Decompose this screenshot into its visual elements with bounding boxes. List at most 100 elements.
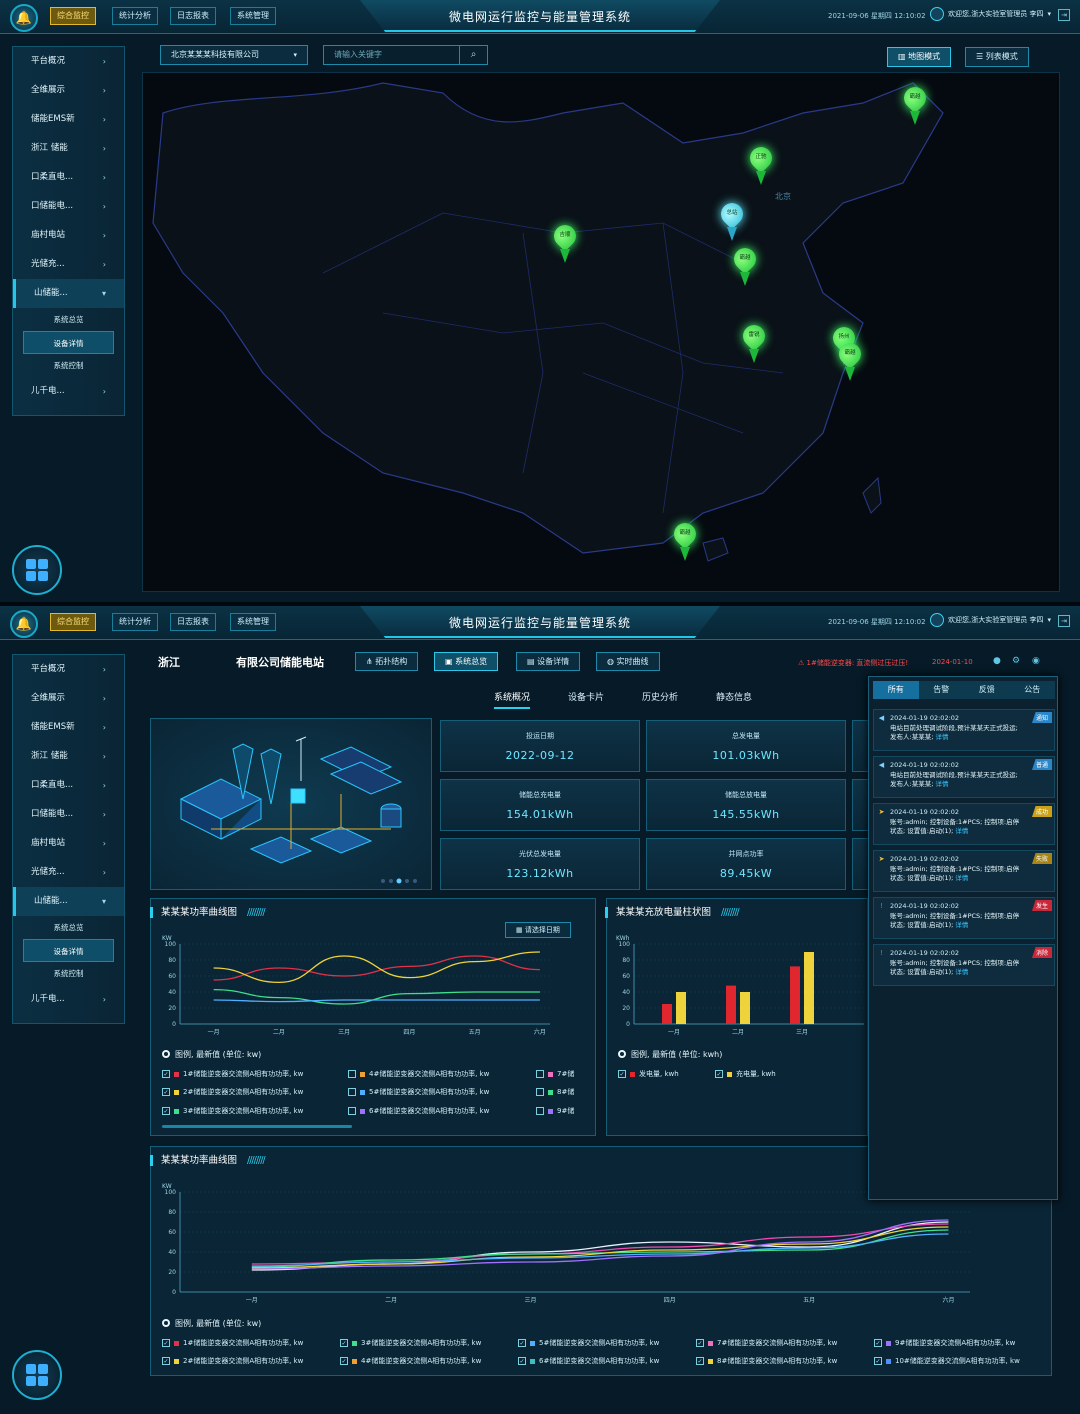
subtab-static[interactable]: 静态信息 <box>716 690 752 703</box>
legend-item[interactable]: ✓ 2#储能逆变器交流侧A相有功功率, kw <box>162 1087 303 1097</box>
legend-item[interactable]: ✓ 7#储能逆变器交流侧A相有功功率, kw <box>696 1338 837 1348</box>
user-menu[interactable]: 欢迎您,浙大实验室管理员 李四 ▾ <box>930 7 1051 21</box>
checkbox-icon[interactable]: ✓ <box>340 1339 348 1347</box>
globe-icon[interactable]: ● <box>993 656 1001 666</box>
checkbox-icon[interactable]: ✓ <box>340 1357 348 1365</box>
sidebar-item[interactable]: 口储能电... › <box>13 192 124 221</box>
user-menu[interactable]: 欢迎您,浙大实验室管理员 李四 ▾ <box>930 613 1051 627</box>
logout-icon[interactable]: ⇥ <box>1058 615 1070 627</box>
list-mode-button[interactable]: ☰ 列表模式 <box>965 47 1029 67</box>
checkbox-icon[interactable] <box>348 1088 356 1096</box>
checkbox-icon[interactable] <box>536 1070 544 1078</box>
sub-item-control[interactable]: 系统控制 <box>23 962 114 985</box>
legend-item[interactable]: ✓ 1#储能逆变器交流侧A相有功功率, kw <box>162 1069 303 1079</box>
checkbox-icon[interactable]: ✓ <box>162 1088 170 1096</box>
tab-realtime[interactable]: ◍ 实时曲线 <box>596 652 660 671</box>
china-map[interactable]: 北京 霸越 正驰 总站 吉顺 霸越 雷锐 扬州 霸越 霸越 <box>142 72 1060 592</box>
checkbox-icon[interactable] <box>536 1088 544 1096</box>
checkbox-icon[interactable]: ✓ <box>162 1339 170 1347</box>
sidebar-item[interactable]: 口柔直电... › <box>13 163 124 192</box>
station-pin[interactable]: 雷锐 <box>738 320 770 365</box>
station-pin[interactable]: 霸越 <box>729 243 761 288</box>
message-icon[interactable]: ◉ <box>1032 656 1040 666</box>
legend-item[interactable]: ✓ 5#储能逆变器交流侧A相有功功率, kw <box>518 1338 659 1348</box>
ntab-all[interactable]: 所有 <box>873 681 919 699</box>
checkbox-icon[interactable] <box>348 1107 356 1115</box>
checkbox-icon[interactable] <box>348 1070 356 1078</box>
search-icon[interactable]: ⌕ <box>459 46 487 64</box>
subtab-overview[interactable]: 系统概况 <box>494 690 531 709</box>
checkbox-icon[interactable]: ✓ <box>696 1357 704 1365</box>
station-pin[interactable]: 吉顺 <box>549 220 581 265</box>
notification-card[interactable]: ◀ 2024-01-19 02:02:02 电站目前处理调试阶段,预计某某天正式投运… <box>873 756 1055 798</box>
ntab-feedback[interactable]: 反馈 <box>964 681 1010 699</box>
nav-monitor[interactable]: 综合监控 <box>50 613 96 631</box>
legend-item[interactable]: 6#储能逆变器交流侧A相有功功率, kw <box>348 1106 489 1116</box>
checkbox-icon[interactable]: ✓ <box>162 1107 170 1115</box>
detail-link[interactable]: 详情 <box>955 968 968 976</box>
checkbox-icon[interactable]: ✓ <box>874 1357 882 1365</box>
detail-link[interactable]: 详情 <box>955 874 968 882</box>
sidebar-item[interactable]: 光储充... › <box>13 250 124 279</box>
sidebar-item[interactable]: 浙江 储能 › <box>13 742 124 771</box>
ntab-alarm[interactable]: 告警 <box>919 681 965 699</box>
legend-item[interactable]: 7#储 <box>536 1069 574 1079</box>
home-grid-button[interactable] <box>12 1350 62 1400</box>
checkbox-icon[interactable]: ✓ <box>518 1357 526 1365</box>
tab-topology[interactable]: ⋔ 拓扑结构 <box>355 652 419 671</box>
checkbox-icon[interactable]: ✓ <box>162 1357 170 1365</box>
sub-item-overview[interactable]: 系统总览 <box>23 916 114 939</box>
detail-link[interactable]: 详情 <box>935 733 948 741</box>
sidebar-item[interactable]: 全维展示 › <box>13 76 124 105</box>
subtab-cards[interactable]: 设备卡片 <box>568 690 604 703</box>
sub-item-device[interactable]: 设备详情 <box>23 331 114 354</box>
legend-item[interactable]: ✓ 2#储能逆变器交流侧A相有功功率, kw <box>162 1356 303 1366</box>
sidebar-item[interactable]: 平台概况 › <box>13 47 124 76</box>
checkbox-icon[interactable] <box>536 1107 544 1115</box>
station-pin[interactable]: 正驰 <box>745 142 777 187</box>
nav-monitor[interactable]: 综合监控 <box>50 7 96 25</box>
logout-icon[interactable]: ⇥ <box>1058 9 1070 21</box>
notification-card[interactable]: ➤ 2024-01-19 02:02:02 账号:admin; 控制设备:1#PCS… <box>873 803 1055 845</box>
legend-item[interactable]: ✓ 4#储能逆变器交流侧A相有功功率, kw <box>340 1356 481 1366</box>
sidebar-item[interactable]: 储能EMS新 › <box>13 105 124 134</box>
legend-item[interactable]: ✓ 10#储能逆变器交流侧A相有功功率, kw <box>874 1356 1020 1366</box>
legend-item[interactable]: ✓ 9#储能逆变器交流侧A相有功功率, kw <box>874 1338 1015 1348</box>
detail-link[interactable]: 详情 <box>935 780 948 788</box>
detail-link[interactable]: 详情 <box>955 921 968 929</box>
checkbox-icon[interactable]: ✓ <box>715 1070 723 1078</box>
legend-item[interactable]: ✓ 充电量, kwh <box>715 1069 776 1079</box>
legend-item[interactable]: ✓ 发电量, kwh <box>618 1069 679 1079</box>
tab-device[interactable]: ▤ 设备详情 <box>516 652 581 671</box>
bell-icon[interactable]: 🔔 <box>10 610 38 638</box>
sidebar-item[interactable]: 儿千电... › <box>13 377 124 406</box>
nav-system[interactable]: 系统管理 <box>230 7 276 25</box>
station-pin[interactable]: 霸越 <box>669 518 701 563</box>
sub-item-device[interactable]: 设备详情 <box>23 939 114 962</box>
notification-card[interactable]: ◀ 2024-01-19 02:02:02 电站目前处理调试阶段,预计某某天正式投运… <box>873 709 1055 751</box>
notification-card[interactable]: ! 2024-01-19 02:02:02 账号:admin; 控制设备:1#PCS… <box>873 944 1055 986</box>
subtab-history[interactable]: 历史分析 <box>642 690 678 703</box>
station-pin[interactable]: 总站 <box>716 198 748 243</box>
nav-statistics[interactable]: 统计分析 <box>112 7 158 25</box>
station-pin[interactable]: 霸越 <box>834 338 866 383</box>
legend-item[interactable]: 4#储能逆变器交流侧A相有功功率, kw <box>348 1069 489 1079</box>
nav-statistics[interactable]: 统计分析 <box>112 613 158 631</box>
legend-scrollbar[interactable] <box>162 1125 352 1128</box>
nav-reports[interactable]: 日志报表 <box>170 7 216 25</box>
station-pin[interactable]: 霸越 <box>899 82 931 127</box>
sub-item-control[interactable]: 系统控制 <box>23 354 114 377</box>
sidebar-item[interactable]: 庙村电站 › <box>13 221 124 250</box>
sidebar-item[interactable]: 口储能电... › <box>13 800 124 829</box>
legend-item[interactable]: ✓ 3#储能逆变器交流侧A相有功功率, kw <box>162 1106 303 1116</box>
sidebar-item[interactable]: 平台概况 › <box>13 655 124 684</box>
company-select[interactable]: 北京某某某科技有限公司 ▾ <box>160 45 308 65</box>
checkbox-icon[interactable]: ✓ <box>162 1070 170 1078</box>
legend-item[interactable]: ✓ 3#储能逆变器交流侧A相有功功率, kw <box>340 1338 481 1348</box>
legend-item[interactable]: 8#储 <box>536 1087 574 1097</box>
ntab-notice[interactable]: 公告 <box>1010 681 1056 699</box>
tab-overview[interactable]: ▣ 系统总览 <box>434 652 499 671</box>
home-grid-button[interactable] <box>12 545 62 595</box>
legend-item[interactable]: 9#储 <box>536 1106 574 1116</box>
notification-card[interactable]: ! 2024-01-19 02:02:02 账号:admin; 控制设备:1#PCS… <box>873 897 1055 939</box>
